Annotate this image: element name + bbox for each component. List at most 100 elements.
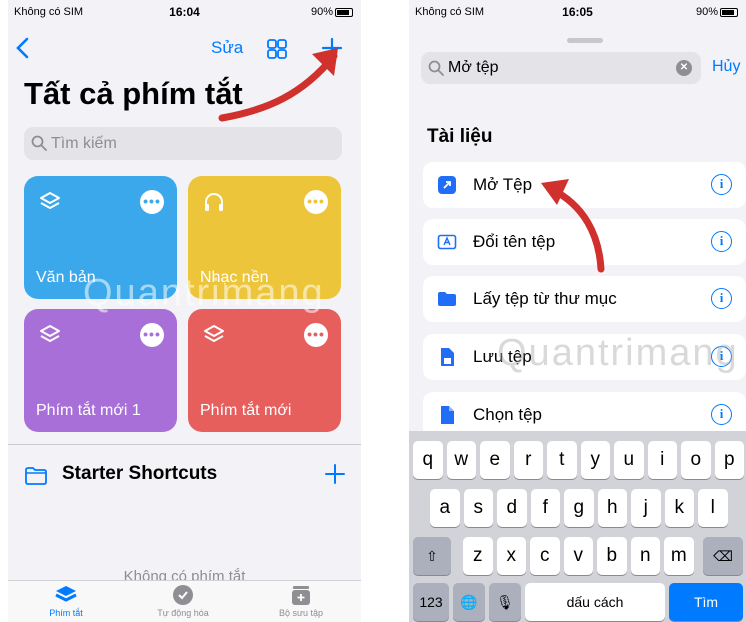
key-f[interactable]: f [530, 489, 560, 527]
info-icon[interactable]: i [711, 404, 732, 425]
key-u[interactable]: u [614, 441, 644, 479]
status-bar: Không có SIM 16:05 90% [409, 0, 746, 24]
tab-label: Tự động hóa [157, 608, 209, 618]
clear-search-icon[interactable]: ✕ [676, 60, 692, 76]
watermark: Quantrimang [83, 272, 325, 314]
key-d[interactable]: d [497, 489, 527, 527]
tab-label: Phím tắt [49, 608, 83, 618]
tab-gallery[interactable]: Bộ sưu tập [246, 584, 356, 618]
row-label: Lấy tệp từ thư mục [473, 289, 617, 308]
key-q[interactable]: q [413, 441, 443, 479]
key-l[interactable]: l [698, 489, 728, 527]
open-file-icon [438, 176, 456, 194]
more-options-button[interactable]: ••• [304, 190, 328, 214]
action-row-lay-tep-tu-thu-muc[interactable]: Lấy tệp từ thư mục i [423, 276, 746, 322]
key-t[interactable]: t [547, 441, 577, 479]
key-h[interactable]: h [597, 489, 627, 527]
globe-key[interactable]: 🌐 [453, 583, 485, 621]
key-i[interactable]: i [647, 441, 677, 479]
folder-icon [438, 292, 456, 306]
rename-file-icon [437, 234, 457, 250]
more-options-button[interactable]: ••• [304, 323, 328, 347]
delete-key[interactable]: ⌫ [703, 537, 743, 575]
add-starter-plus-icon[interactable] [324, 463, 346, 485]
tab-bar: Phím tắt Tự động hóa Bộ sưu tập [8, 580, 361, 622]
key-n[interactable]: n [630, 537, 660, 575]
more-glyph: ••• [307, 193, 325, 209]
key-e[interactable]: e [480, 441, 510, 479]
cancel-button[interactable]: Hủy [712, 58, 740, 76]
key-a[interactable]: a [430, 489, 460, 527]
starter-shortcuts-title: Starter Shortcuts [62, 463, 218, 484]
tile-label: Phím tắt mới [200, 402, 292, 419]
key-p[interactable]: p [714, 441, 744, 479]
tab-label: Bộ sưu tập [278, 608, 324, 618]
search-go-key[interactable]: Tìm [669, 583, 743, 621]
more-options-button[interactable]: ••• [140, 323, 164, 347]
keyboard: ⇧ ⌫ q w e r t y u i o p a s d f g h j k l z x c v b n m 123 🌐 🎙 dấu c… [409, 431, 746, 622]
battery-icon [720, 7, 738, 17]
gallery-icon [292, 586, 310, 605]
microphone-key[interactable]: 🎙 [489, 583, 521, 621]
info-icon[interactable]: i [711, 288, 732, 309]
key-c[interactable]: c [530, 537, 560, 575]
key-z[interactable]: z [463, 537, 493, 575]
key-r[interactable]: r [513, 441, 543, 479]
status-time: 16:04 [169, 5, 200, 19]
layers-icon [40, 192, 60, 209]
battery-icon [335, 7, 353, 17]
battery-indicator: 90% [311, 6, 353, 18]
left-phone-screen: Không có SIM 16:04 90% Sửa Tất cả phím t… [8, 0, 361, 622]
watermark: Quantrimang [497, 332, 739, 374]
search-input[interactable]: Tìm kiếm [24, 127, 342, 160]
key-v[interactable]: v [563, 537, 593, 575]
search-value: Mở tệp [448, 59, 499, 76]
folder-icon [25, 467, 47, 485]
shortcut-tile-phim-tat-moi[interactable]: ••• Phím tắt mới [188, 309, 341, 432]
layers-icon [40, 325, 60, 342]
document-icon [441, 406, 454, 424]
tab-shortcuts[interactable]: Phím tắt [11, 584, 121, 618]
key-b[interactable]: b [597, 537, 627, 575]
search-input[interactable]: Mở tệp ✕ [421, 52, 701, 84]
key-w[interactable]: w [446, 441, 476, 479]
search-icon [31, 135, 47, 151]
row-label: Chọn tệp [473, 405, 542, 424]
shortcut-tile-phim-tat-moi-1[interactable]: ••• Phím tắt mới 1 [24, 309, 177, 432]
key-k[interactable]: k [664, 489, 694, 527]
more-glyph: ••• [143, 326, 161, 342]
shortcuts-stack-icon [55, 586, 77, 602]
battery-indicator: 90% [696, 6, 738, 18]
shift-key[interactable]: ⇧ [413, 537, 451, 575]
key-s[interactable]: s [463, 489, 493, 527]
sheet-grabber[interactable] [567, 38, 603, 43]
battery-percent: 90% [310, 6, 333, 18]
key-x[interactable]: x [496, 537, 526, 575]
back-chevron-icon[interactable] [14, 36, 32, 60]
key-g[interactable]: g [564, 489, 594, 527]
tile-label: Phím tắt mới 1 [36, 402, 141, 419]
starter-shortcuts-header[interactable]: Starter Shortcuts [24, 461, 346, 491]
more-glyph: ••• [143, 193, 161, 209]
key-j[interactable]: j [631, 489, 661, 527]
numbers-key[interactable]: 123 [413, 583, 449, 621]
key-m[interactable]: m [664, 537, 694, 575]
automation-icon [173, 585, 193, 605]
key-y[interactable]: y [580, 441, 610, 479]
info-icon[interactable]: i [711, 174, 732, 195]
status-bar: Không có SIM 16:04 90% [8, 0, 361, 24]
more-options-button[interactable]: ••• [140, 190, 164, 214]
tab-automation[interactable]: Tự động hóa [128, 584, 238, 618]
key-o[interactable]: o [681, 441, 711, 479]
layers-icon [204, 325, 224, 342]
info-icon[interactable]: i [711, 231, 732, 252]
battery-percent: 90% [695, 6, 718, 18]
row-label: Mở Tệp [473, 175, 533, 194]
section-title: Tài liệu [427, 126, 493, 147]
space-key[interactable]: dấu cách [525, 583, 665, 621]
annotation-arrow-icon [218, 48, 338, 122]
right-phone-screen: Không có SIM 16:05 90% Mở tệp ✕ Hủy Tài … [409, 0, 746, 622]
more-glyph: ••• [307, 326, 325, 342]
save-file-icon [441, 348, 454, 366]
section-divider [8, 444, 361, 445]
